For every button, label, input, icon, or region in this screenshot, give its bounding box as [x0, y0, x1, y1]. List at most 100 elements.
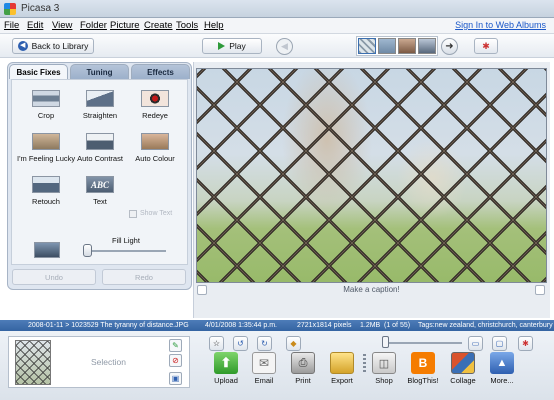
photo-view[interactable] — [196, 68, 547, 283]
auto-colour-icon — [141, 133, 169, 150]
tray-thumbnail[interactable] — [15, 340, 51, 385]
print-label: Print — [295, 376, 311, 385]
straighten-label: Straighten — [82, 111, 118, 120]
status-tags: Tags:new zealand, christchurch, canterbu… — [418, 322, 553, 329]
more-button[interactable]: ▲ More... — [482, 352, 522, 385]
status-bar: 2008-01-11 > 1023529 The tyranny of dist… — [0, 320, 554, 331]
rotate-left-icon: ↺ — [237, 339, 244, 348]
rotate-right-icon: ↻ — [261, 339, 268, 348]
more-arrow-icon: ▲ — [490, 352, 514, 374]
basic-fixes-area: Crop Straighten Redeye I'm Feeling Lucky… — [11, 79, 188, 265]
upload-label: Upload — [214, 376, 238, 385]
show-text-label: Show Text — [140, 210, 173, 217]
menu-edit[interactable]: Edit — [27, 20, 43, 31]
crop-label: Crop — [37, 111, 55, 120]
menu-file[interactable]: File — [4, 20, 19, 31]
menu-folder[interactable]: Folder — [80, 20, 107, 31]
back-to-library-button[interactable]: ◀ Back to Library — [12, 38, 94, 54]
straighten-button[interactable]: Straighten — [71, 90, 129, 120]
thumbnail-size-track[interactable] — [382, 342, 462, 344]
star-icon: ☆ — [212, 339, 221, 348]
tag-button[interactable]: ◆ — [286, 336, 301, 351]
email-button[interactable]: ✉ Email — [244, 352, 284, 385]
shop-button[interactable]: ◫ Shop — [364, 352, 404, 385]
fill-light-icon — [34, 242, 60, 258]
toolbar: ◀ Back to Library Play ◀ ➜ ✱ — [0, 34, 554, 58]
blogthis-button[interactable]: B BlogThis! — [403, 352, 443, 385]
clear-selection-icon[interactable]: ⊘ — [169, 354, 182, 367]
redeye-button[interactable]: Redeye — [126, 90, 184, 120]
fill-light-slider-handle[interactable] — [83, 244, 92, 257]
undo-button[interactable]: Undo — [12, 269, 96, 285]
play-icon — [218, 42, 226, 50]
play-button[interactable]: Play — [202, 38, 262, 54]
people-tray-button[interactable]: ✱ — [518, 336, 533, 351]
filmstrip[interactable] — [356, 36, 438, 56]
status-date: 4/01/2008 1:35:44 p.m. — [205, 322, 277, 329]
chain-link-fence-photo — [197, 69, 546, 282]
upload-button[interactable]: ⬆ Upload — [206, 352, 246, 385]
tab-basic-fixes[interactable]: Basic Fixes — [9, 64, 68, 79]
caption-right-icon[interactable] — [535, 285, 545, 295]
status-dimensions: 2721x1814 pixels — [297, 322, 352, 329]
text-label: Text — [93, 197, 107, 206]
tray-fence-thumb — [16, 341, 50, 384]
retouch-button[interactable]: Retouch — [17, 176, 75, 206]
email-label: Email — [254, 376, 274, 385]
hold-pin-icon[interactable]: ✎ — [169, 339, 182, 352]
menu-picture[interactable]: Picture — [110, 20, 140, 31]
redeye-icon — [141, 90, 169, 107]
filmstrip-thumb[interactable] — [378, 38, 396, 54]
rotate-right-button[interactable]: ↻ — [257, 336, 272, 351]
photo-tray: Selection ✎ ⊘ ▣ — [8, 336, 190, 388]
redo-button[interactable]: Redo — [102, 269, 186, 285]
tab-tuning[interactable]: Tuning — [70, 64, 129, 79]
fill-light-label: Fill Light — [112, 236, 140, 245]
add-to-album-icon[interactable]: ▣ — [169, 372, 182, 385]
crop-button[interactable]: Crop — [17, 90, 75, 120]
edit-panel: Basic Fixes Tuning Effects Crop Straight… — [7, 62, 192, 290]
filmstrip-thumb[interactable] — [418, 38, 436, 54]
collage-icon — [451, 352, 475, 374]
menu-help[interactable]: Help — [204, 20, 224, 31]
tab-effects[interactable]: Effects — [131, 64, 190, 79]
menu-create[interactable]: Create — [144, 20, 173, 31]
caption-field[interactable]: Make a caption! — [196, 283, 547, 297]
email-envelope-icon: ✉ — [252, 352, 276, 374]
export-label: Export — [331, 376, 353, 385]
blogthis-label: BlogThis! — [407, 376, 439, 385]
menu-view[interactable]: View — [52, 20, 72, 31]
text-button[interactable]: ABC Text — [71, 176, 129, 206]
filmstrip-thumb-current[interactable] — [358, 38, 376, 54]
filmstrip-thumb[interactable] — [398, 38, 416, 54]
rotate-left-button[interactable]: ↺ — [233, 336, 248, 351]
status-position: (1 of 55) — [384, 322, 411, 329]
back-arrow-icon: ◀ — [17, 41, 28, 51]
fit-icon: ▢ — [495, 339, 504, 348]
fit-button[interactable]: ▢ — [492, 336, 507, 351]
people-tray-icon: ✱ — [522, 339, 529, 348]
status-size: 1.2MB — [360, 322, 381, 329]
print-button[interactable]: ⎙ Print — [283, 352, 323, 385]
star-button[interactable]: ☆ — [209, 336, 224, 351]
view-mode-button[interactable]: ▭ — [468, 336, 483, 351]
redeye-label: Redeye — [142, 111, 168, 120]
auto-contrast-button[interactable]: Auto Contrast — [71, 133, 129, 163]
back-to-library-label: Back to Library — [31, 41, 89, 51]
sign-in-link[interactable]: Sign In to Web Albums — [455, 20, 546, 30]
show-text-checkbox[interactable] — [129, 210, 137, 218]
thumbnail-size-handle[interactable] — [382, 336, 389, 348]
next-photo-button[interactable]: ➜ — [441, 38, 458, 55]
feeling-lucky-button[interactable]: I'm Feeling Lucky — [17, 133, 75, 163]
text-abc-icon: ABC — [86, 176, 114, 193]
collage-label: Collage — [450, 376, 476, 385]
upload-icon: ⬆ — [214, 352, 238, 374]
fill-light-slider-track[interactable] — [86, 250, 166, 252]
menu-tools[interactable]: Tools — [176, 20, 198, 31]
previous-photo-button[interactable]: ◀ — [276, 38, 293, 55]
auto-colour-button[interactable]: Auto Colour — [126, 133, 184, 163]
export-button[interactable]: Export — [322, 352, 362, 385]
collage-button[interactable]: Collage — [443, 352, 483, 385]
people-button[interactable]: ✱ — [474, 38, 498, 54]
feeling-lucky-label: I'm Feeling Lucky — [17, 154, 76, 163]
